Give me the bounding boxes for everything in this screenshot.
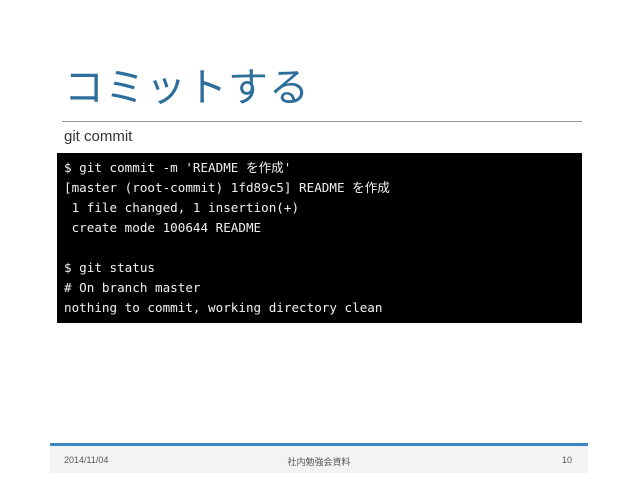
- terminal-line: $ git status: [64, 260, 155, 275]
- terminal-line: # On branch master: [64, 280, 201, 295]
- terminal-output: $ git commit -m 'README を作成' [master (ro…: [57, 153, 582, 323]
- terminal-line: [master (root-commit) 1fd89c5] README を作…: [64, 180, 390, 195]
- terminal-line: create mode 100644 README: [64, 220, 262, 235]
- terminal-line: $ git commit -m 'README を作成': [64, 160, 292, 175]
- slide-footer: 2014/11/04 社内勉強会資料 10: [50, 446, 588, 473]
- title-divider: [62, 121, 582, 122]
- slide-title: コミットする: [64, 65, 310, 111]
- page-number: 10: [561, 455, 572, 465]
- slide-subtitle: git commit: [64, 128, 133, 145]
- terminal-line: 1 file changed, 1 insertion(+): [64, 200, 300, 215]
- slide: コミットする git commit $ git commit -m 'READM…: [0, 0, 638, 479]
- footer-center-text: 社内勉強会資料: [287, 457, 351, 467]
- terminal-line: nothing to commit, working directory cle…: [64, 300, 383, 315]
